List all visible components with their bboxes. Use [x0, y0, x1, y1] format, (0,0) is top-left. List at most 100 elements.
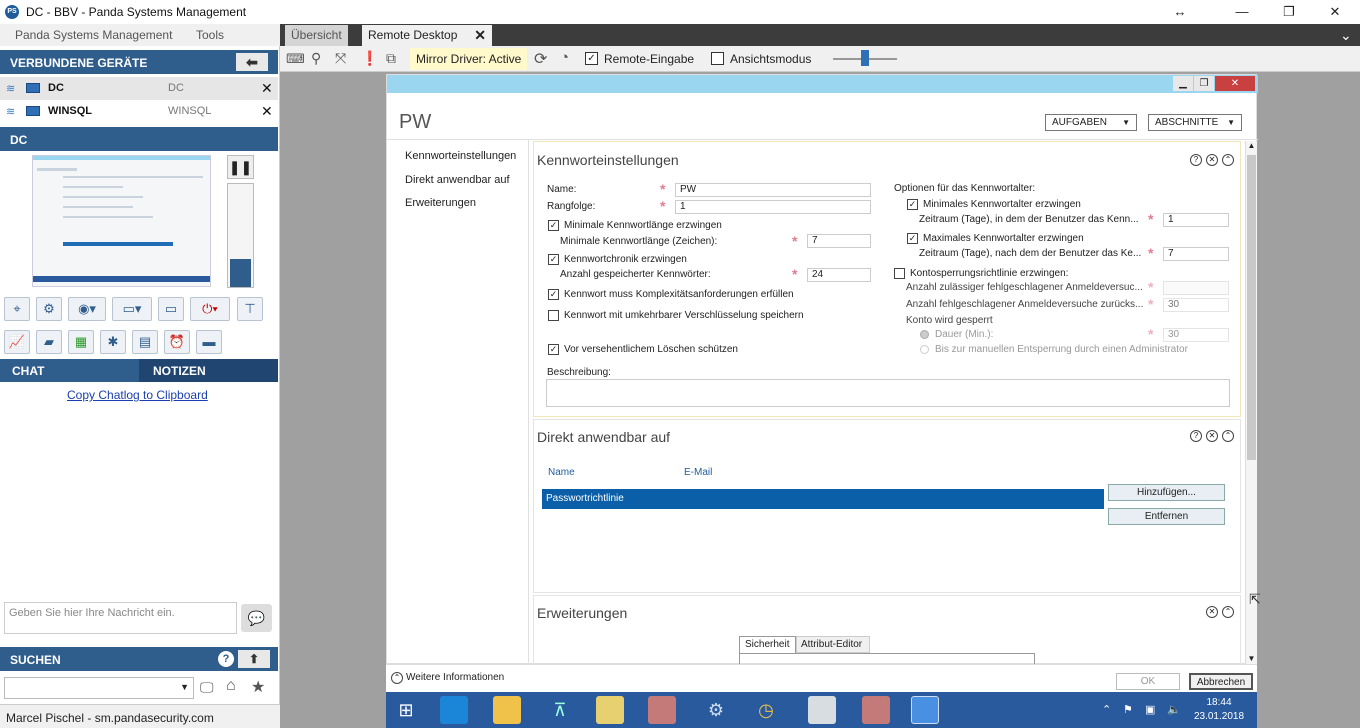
network-tree-icon[interactable]: ⊼ [546, 696, 574, 724]
quality-slider[interactable] [227, 183, 254, 288]
tab-chat[interactable]: CHAT [0, 359, 139, 382]
manual-radio[interactable] [920, 345, 929, 354]
min-length-checkbox[interactable]: ✓ [548, 220, 559, 231]
performance-icon[interactable]: ◔ [560, 49, 569, 66]
pointer-icon[interactable]: ⚲ [311, 50, 321, 67]
search-select[interactable]: ▼ [4, 677, 194, 699]
close-icon[interactable]: ✕ [1206, 430, 1218, 442]
windows-start-icon[interactable]: ⊞ [392, 696, 420, 724]
tab-overview[interactable]: Übersicht [285, 25, 348, 46]
server-manager-icon[interactable] [440, 696, 468, 724]
remote-input-checkbox[interactable]: ✓ [585, 52, 598, 65]
scroll-down-icon[interactable]: ▼ [1246, 654, 1257, 663]
chat-input[interactable]: Geben Sie hier Ihre Nachricht ein. [4, 602, 237, 634]
tab-notes[interactable]: NOTIZEN [139, 359, 278, 382]
nav-applies[interactable]: Direkt anwendbar auf [405, 174, 510, 186]
home-icon[interactable]: ⌂ [226, 677, 236, 695]
cancel-button[interactable]: Abbrechen [1189, 673, 1253, 690]
device-row-winsql[interactable]: ≋ WINSQL WINSQL ✕ [0, 100, 278, 123]
network-icon[interactable]: ⊤ [237, 297, 263, 321]
volume-icon[interactable]: 🔈 [1167, 703, 1181, 716]
help-icon[interactable]: ? [218, 651, 234, 667]
scroll-up-icon[interactable]: ▲ [1246, 141, 1257, 150]
expand-icon[interactable]: ⌃ [391, 672, 403, 684]
remove-button[interactable]: Entfernen [1108, 508, 1225, 525]
close-icon[interactable]: ✕ [1206, 606, 1218, 618]
flag-icon[interactable]: ⚑ [1123, 703, 1133, 716]
settings-icon[interactable]: ✱ [100, 330, 126, 354]
remote-screen-icon[interactable]: ▭▾ [112, 297, 152, 321]
grid-icon[interactable]: ▦ [68, 330, 94, 354]
minimize-button[interactable]: — [1227, 2, 1257, 22]
close-icon[interactable]: ✕ [474, 27, 486, 44]
protect-checkbox[interactable]: ✓ [548, 344, 559, 355]
min-length-field[interactable]: 7 [807, 234, 871, 248]
max-age-checkbox[interactable]: ✓ [907, 233, 918, 244]
drive-icon[interactable]: ▬ [196, 330, 222, 354]
gears-icon[interactable]: ⚙ [36, 297, 62, 321]
min-age-field[interactable]: 1 [1163, 213, 1229, 227]
alarm-icon[interactable]: ⏰ [164, 330, 190, 354]
lockout-checkbox[interactable] [894, 268, 905, 279]
history-checkbox[interactable]: ✓ [548, 254, 559, 265]
explorer-icon[interactable] [493, 696, 521, 724]
tray-network-icon[interactable]: ▣ [1145, 703, 1155, 716]
folder-icon[interactable]: ▰ [36, 330, 62, 354]
complexity-checkbox[interactable]: ✓ [548, 289, 559, 300]
help-icon[interactable]: ? [1190, 430, 1202, 442]
nav-pwsettings[interactable]: Kennworteinstellungen [405, 150, 516, 162]
chart-icon[interactable]: 📈 [4, 330, 30, 354]
services-icon[interactable]: ⚙ [702, 696, 730, 724]
star-icon[interactable]: ★ [251, 677, 265, 697]
send-message-icon[interactable]: 💬 [241, 604, 272, 632]
max-age-field[interactable]: 7 [1163, 247, 1229, 261]
crosshair-icon[interactable]: ⌖ [4, 297, 30, 321]
power-icon[interactable]: ⏻▾ [190, 297, 230, 321]
zoom-slider-thumb[interactable] [861, 50, 869, 66]
contacts-icon[interactable] [911, 696, 939, 724]
scrollbar-thumb[interactable] [1247, 155, 1256, 460]
menu-tools[interactable]: Tools [196, 28, 224, 42]
scrollbar[interactable]: ▲ ▼ [1245, 141, 1257, 665]
resize-icon[interactable]: ↔ [1165, 2, 1195, 22]
tab-attribute-editor[interactable]: Attribut-Editor [796, 636, 870, 653]
history-field[interactable]: 24 [807, 268, 871, 282]
reversible-checkbox[interactable] [548, 310, 559, 321]
lockout-reset-field[interactable]: 30 [1163, 298, 1229, 312]
keyboard-icon[interactable]: ⌨ [286, 51, 305, 67]
description-field[interactable] [546, 379, 1230, 407]
close-icon[interactable]: ✕ [261, 80, 273, 97]
fit-screen-icon[interactable]: ⤧ [335, 50, 346, 67]
tasks-button[interactable]: AUFGABEN ▼ [1045, 114, 1137, 131]
document-icon[interactable] [808, 696, 836, 724]
up-arrow-icon[interactable]: ⬆ [238, 650, 270, 668]
more-info-link[interactable]: Weitere Informationen [406, 672, 504, 683]
chevron-down-icon[interactable]: ⌄ [1340, 27, 1352, 44]
remote-close-button[interactable]: ✕ [1215, 76, 1255, 91]
help-icon[interactable]: ? [1190, 154, 1202, 166]
ok-button[interactable]: OK [1116, 673, 1180, 690]
collapse-icon[interactable]: ⌃ [1222, 430, 1234, 442]
registry-icon[interactable]: ▤ [132, 330, 158, 354]
close-button[interactable]: ✕ [1320, 2, 1350, 22]
pause-icon[interactable]: ❚❚ [227, 155, 254, 179]
col-name-header[interactable]: Name [548, 467, 575, 478]
notebook-icon[interactable] [596, 696, 624, 724]
duration-field[interactable]: 30 [1163, 328, 1229, 342]
remote-restore-button[interactable]: ❐ [1194, 76, 1214, 91]
menu-panda[interactable]: Panda Systems Management [15, 28, 172, 42]
tab-security[interactable]: Sicherheit [739, 636, 796, 653]
collapse-icon[interactable]: ⌃ [1222, 154, 1234, 166]
alert-icon[interactable]: ❗ [361, 50, 378, 67]
lockout-attempts-field[interactable] [1163, 281, 1229, 295]
collapse-icon[interactable]: ⌃ [1222, 606, 1234, 618]
duration-radio[interactable] [920, 330, 929, 339]
close-icon[interactable]: ✕ [261, 103, 273, 120]
device-row-dc[interactable]: ≋ DC DC ✕ [0, 77, 278, 100]
tab-remote-desktop[interactable]: Remote Desktop ✕ [362, 25, 492, 46]
add-button[interactable]: Hinzufügen... [1108, 484, 1225, 501]
admin-center-icon[interactable] [862, 696, 890, 724]
eye-icon[interactable]: ◉▾ [68, 297, 106, 321]
table-row[interactable]: Passwortrichtlinie [542, 489, 1104, 509]
tool-icon[interactable] [648, 696, 676, 724]
